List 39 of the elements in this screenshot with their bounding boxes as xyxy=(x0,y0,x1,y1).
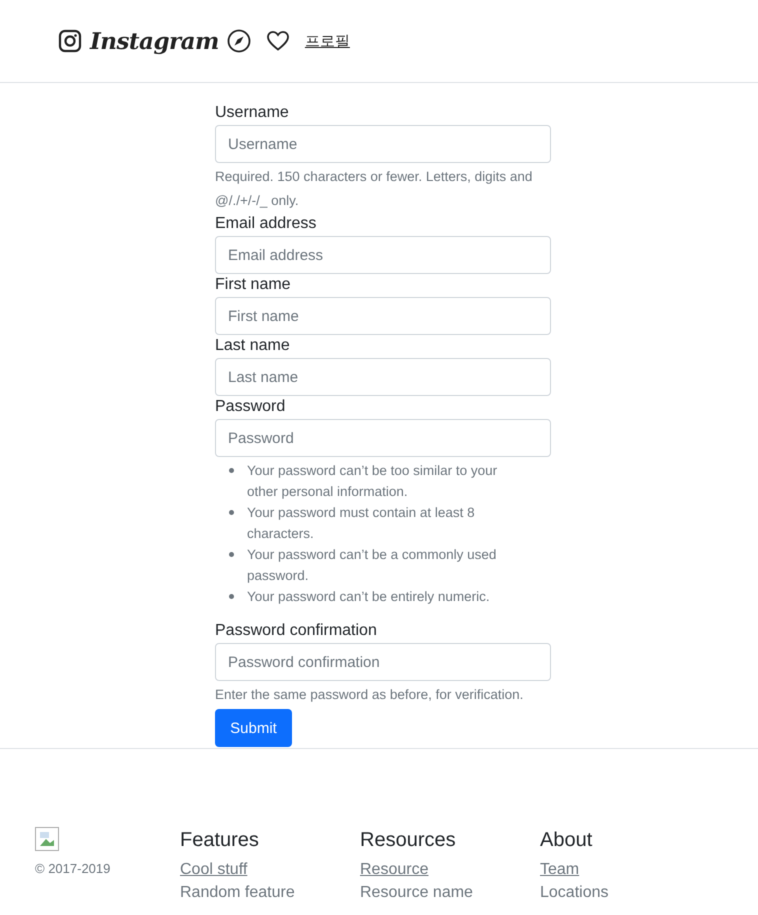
footer-link[interactable]: Team xyxy=(540,858,720,881)
footer-link[interactable]: Locations xyxy=(540,881,720,904)
input-field[interactable]: Username xyxy=(215,125,551,163)
profile-link[interactable]: 프로필 xyxy=(304,32,350,50)
footer-link[interactable]: Random feature xyxy=(180,881,360,904)
footer-heading: Resources xyxy=(360,829,457,852)
heart-icon[interactable] xyxy=(264,29,291,53)
help-text: Required. 150 characters or fewer. Letters, digits and @/./+/-/_ only. xyxy=(215,168,534,210)
password-rule: Your password must contain at least 8 characters. xyxy=(247,504,476,543)
broken-image-icon xyxy=(35,827,59,851)
bullet-icon xyxy=(229,552,234,557)
password-rule: Your password can’t be a commonly used password. xyxy=(247,546,498,585)
footer-link[interactable]: Resource xyxy=(360,858,540,881)
bullet-icon xyxy=(229,594,234,599)
brand-logo[interactable]: Instagram xyxy=(90,28,219,54)
footer-link[interactable]: Cool stuff xyxy=(180,858,360,881)
footer-link[interactable]: Resource name xyxy=(360,881,540,904)
bullet-icon xyxy=(229,510,234,515)
copyright-text: © 2017-2019 xyxy=(35,861,112,876)
field-label: Username xyxy=(215,103,290,123)
footer-heading: Features xyxy=(180,829,260,852)
footer-heading: About xyxy=(540,829,594,852)
field-label: Last name xyxy=(215,336,291,356)
field-label: Password xyxy=(215,397,286,417)
compass-icon[interactable] xyxy=(226,29,251,53)
input-field[interactable]: Password confirmation xyxy=(215,643,551,681)
submit-button[interactable]: Submit xyxy=(215,709,292,747)
input-field[interactable]: Email address xyxy=(215,236,551,274)
password-rule: Your password can’t be entirely numeric. xyxy=(247,588,490,606)
field-label: Password confirmation xyxy=(215,621,378,641)
bullet-icon xyxy=(229,468,234,473)
field-label: Email address xyxy=(215,214,318,234)
camera-icon[interactable] xyxy=(58,29,82,53)
field-label: First name xyxy=(215,275,292,295)
input-field[interactable]: First name xyxy=(215,297,551,335)
password-rule: Your password can’t be too similar to your other personal information. xyxy=(247,462,498,501)
input-field[interactable]: Last name xyxy=(215,358,551,396)
input-field[interactable]: Password xyxy=(215,419,551,457)
help-text: Enter the same password as before, for verification. xyxy=(215,686,524,704)
